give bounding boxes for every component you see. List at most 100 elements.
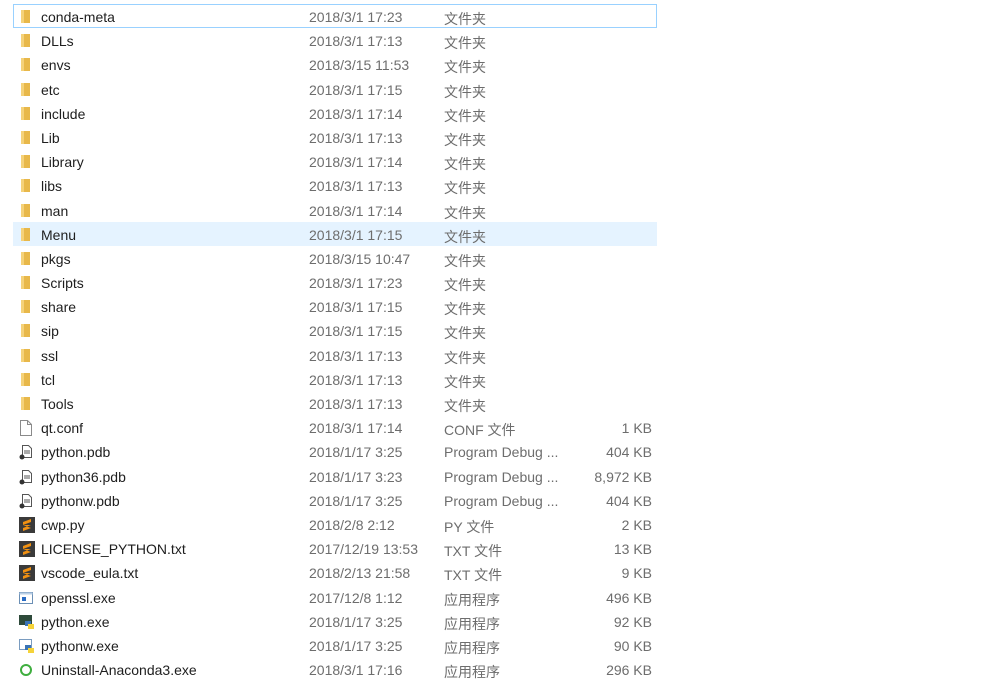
file-row[interactable]: etc 2018/3/1 17:15 文件夹: [13, 77, 657, 101]
file-row[interactable]: man 2018/3/1 17:14 文件夹: [13, 198, 657, 222]
file-type: 应用程序: [444, 639, 500, 656]
file-type: TXT 文件: [444, 567, 503, 584]
file-type: 文件夹: [444, 277, 486, 294]
file-row[interactable]: Menu 2018/3/1 17:15 文件夹: [13, 221, 657, 246]
file-row[interactable]: vscode_eula.txt 2018/2/13 21:58 TXT 文件 9 KB: [13, 560, 657, 584]
file-name: python.pdb: [41, 444, 111, 461]
file-date-modified: 2018/2/8 2:12: [309, 516, 395, 533]
file-row[interactable]: python36.pdb 2018/1/17 3:23 Program Debug …: [13, 464, 657, 488]
file-name: cwp.py: [41, 516, 85, 533]
folder-icon: [19, 154, 33, 170]
file-date-modified: 2018/3/1 17:23: [309, 275, 403, 292]
folder-icon: [19, 9, 33, 25]
file-type: 文件夹: [444, 107, 486, 124]
file-row[interactable]: ssl 2018/3/1 17:13 文件夹: [13, 343, 657, 367]
file-row[interactable]: Library 2018/3/1 17:14 文件夹: [13, 149, 657, 173]
file-date-modified: 2017/12/19 13:53: [309, 541, 418, 558]
file-name: man: [41, 202, 69, 219]
debug-file-icon: [19, 469, 33, 485]
file-row[interactable]: cwp.py 2018/2/8 2:12 PY 文件 2 KB: [13, 512, 657, 536]
folder-icon: [19, 396, 33, 412]
file-row[interactable]: pythonw.exe 2018/1/17 3:25 应用程序 90 KB: [13, 633, 657, 657]
file-date-modified: 2018/3/1 17:13: [309, 33, 403, 50]
file-name: pythonw.exe: [41, 637, 119, 654]
folder-icon: [19, 275, 33, 291]
file-row[interactable]: python.exe 2018/1/17 3:25 应用程序 92 KB: [13, 609, 657, 633]
file-name: etc: [41, 81, 60, 98]
file-row[interactable]: pkgs 2018/3/15 10:47 文件夹: [13, 246, 657, 270]
file-row[interactable]: tcl 2018/3/1 17:13 文件夹: [13, 367, 657, 391]
file-type: 文件夹: [444, 59, 486, 76]
file-list: conda-meta 2018/3/1 17:23 文件夹 DLLs 2018/3/1 …: [13, 4, 657, 681]
file-name: Library: [41, 154, 84, 171]
file-row[interactable]: share 2018/3/1 17:15 文件夹: [13, 294, 657, 318]
folder-icon: [19, 57, 33, 73]
file-name: python.exe: [41, 613, 110, 630]
sublime-text-icon: [19, 541, 35, 558]
file-name: qt.conf: [41, 420, 84, 437]
folder-icon: [19, 227, 33, 243]
file-date-modified: 2018/3/1 17:14: [309, 154, 403, 171]
file-date-modified: 2017/12/8 1:12: [309, 589, 403, 606]
file-type: 文件夹: [444, 131, 486, 148]
file-name: share: [41, 299, 77, 316]
file-date-modified: 2018/3/1 17:15: [309, 226, 403, 243]
file-type: 文件夹: [444, 373, 486, 390]
file-row[interactable]: envs 2018/3/15 11:53 文件夹: [13, 52, 657, 76]
file-name: include: [41, 105, 86, 122]
file-name: python36.pdb: [41, 468, 126, 485]
file-date-modified: 2018/3/1 17:13: [309, 178, 403, 195]
file-row[interactable]: qt.conf 2018/3/1 17:14 CONF 文件 1 KB: [13, 415, 657, 439]
file-date-modified: 2018/3/1 17:13: [309, 129, 403, 146]
file-row[interactable]: Scripts 2018/3/1 17:23 文件夹: [13, 270, 657, 294]
file-type: CONF 文件: [444, 422, 516, 439]
file-name: ssl: [41, 347, 59, 364]
file-date-modified: 2018/1/17 3:25: [309, 492, 403, 509]
file-size: 9 KB: [621, 565, 652, 582]
file-name: envs: [41, 57, 71, 74]
file-row[interactable]: include 2018/3/1 17:14 文件夹: [13, 101, 657, 125]
file-date-modified: 2018/1/17 3:25: [309, 613, 403, 630]
file-date-modified: 2018/3/1 17:14: [309, 105, 403, 122]
debug-file-icon: [19, 444, 33, 460]
file-type: 应用程序: [444, 591, 500, 608]
file-name: LICENSE_PYTHON.txt: [41, 541, 186, 558]
file-name: vscode_eula.txt: [41, 565, 139, 582]
anaconda-icon: [19, 662, 33, 678]
file-date-modified: 2018/2/13 21:58: [309, 565, 411, 582]
debug-file-icon: [19, 493, 33, 509]
file-name: conda-meta: [41, 9, 115, 25]
folder-icon: [19, 82, 33, 98]
file-date-modified: 2018/3/15 10:47: [309, 250, 411, 267]
file-type: 应用程序: [444, 664, 500, 681]
file-row[interactable]: Uninstall-Anaconda3.exe 2018/3/1 17:16 应用程…: [13, 657, 657, 681]
file-date-modified: 2018/3/1 17:16: [309, 662, 403, 679]
blank-file-icon: [19, 420, 33, 437]
file-type: 应用程序: [444, 615, 500, 632]
file-date-modified: 2018/3/1 17:15: [309, 323, 403, 340]
file-row[interactable]: pythonw.pdb 2018/1/17 3:25 Program Debug .…: [13, 488, 657, 512]
file-row[interactable]: sip 2018/3/1 17:15 文件夹: [13, 318, 657, 342]
file-type: 文件夹: [444, 349, 486, 366]
file-type: Program Debug ...: [444, 492, 559, 509]
file-date-modified: 2018/3/1 17:13: [309, 371, 403, 388]
file-row[interactable]: python.pdb 2018/1/17 3:25 Program Debug ..…: [13, 439, 657, 463]
file-name: pythonw.pdb: [41, 492, 120, 509]
file-date-modified: 2018/1/17 3:25: [309, 444, 403, 461]
folder-icon: [19, 203, 33, 219]
file-row[interactable]: conda-meta 2018/3/1 17:23 文件夹: [13, 4, 657, 29]
file-size: 296 KB: [606, 662, 652, 679]
python-exe-icon: [19, 614, 34, 630]
pythonw-exe-icon: [19, 638, 34, 654]
file-type: 文件夹: [444, 180, 486, 197]
file-row[interactable]: DLLs 2018/3/1 17:13 文件夹: [13, 28, 657, 52]
file-date-modified: 2018/3/1 17:14: [309, 202, 403, 219]
file-name: Uninstall-Anaconda3.exe: [41, 662, 197, 679]
file-row[interactable]: Tools 2018/3/1 17:13 文件夹: [13, 391, 657, 415]
file-row[interactable]: openssl.exe 2017/12/8 1:12 应用程序 496 KB: [13, 585, 657, 609]
file-row[interactable]: Lib 2018/3/1 17:13 文件夹: [13, 125, 657, 149]
file-row[interactable]: libs 2018/3/1 17:13 文件夹: [13, 173, 657, 197]
file-type: 文件夹: [444, 252, 486, 269]
file-row[interactable]: LICENSE_PYTHON.txt 2017/12/19 13:53 TXT 文件…: [13, 536, 657, 560]
file-date-modified: 2018/3/1 17:13: [309, 347, 403, 364]
